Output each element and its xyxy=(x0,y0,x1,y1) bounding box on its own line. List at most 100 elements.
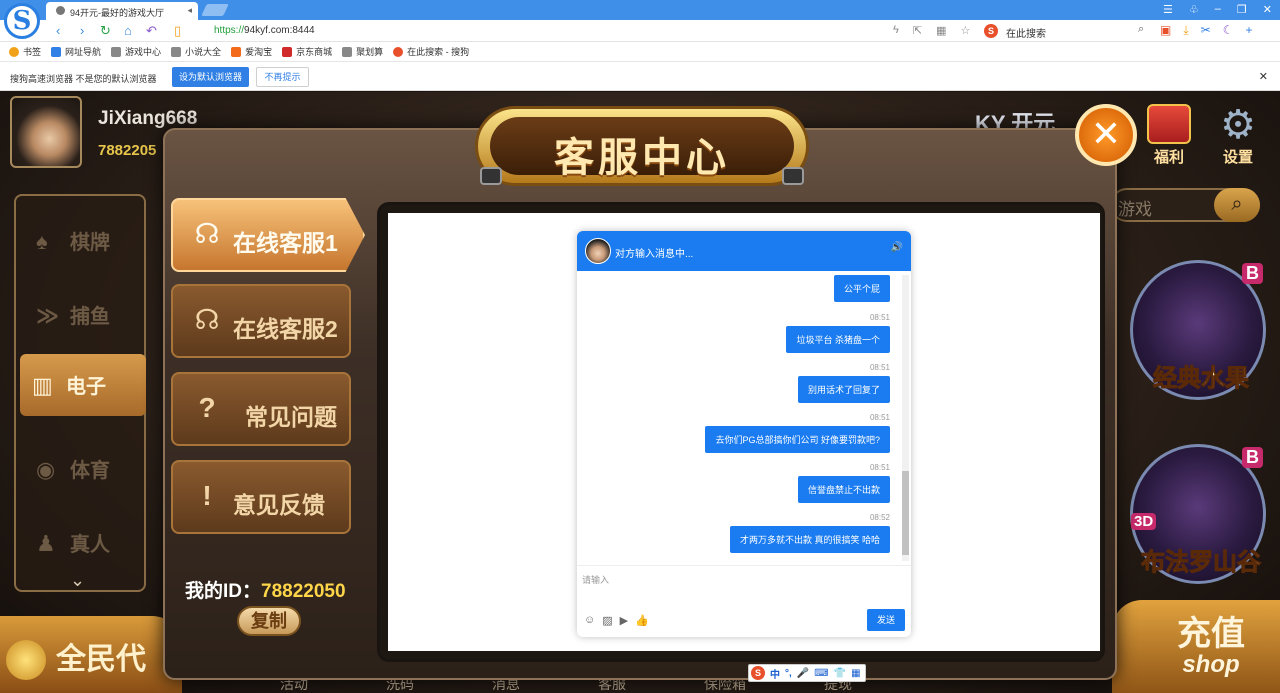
bookmark-item[interactable]: 书签 xyxy=(9,45,41,58)
copy-id-button[interactable]: 复制 xyxy=(237,606,301,636)
tools-icon[interactable]: ✂ xyxy=(1201,23,1211,38)
game-tile[interactable]: B 3D 布法罗山谷 xyxy=(1130,444,1266,584)
punctuation-icon[interactable]: °, xyxy=(785,668,792,679)
thumbs-up-icon[interactable]: 👍 xyxy=(635,614,649,627)
message-time: 08:51 xyxy=(869,413,890,422)
video-icon[interactable]: ▶ xyxy=(620,614,628,627)
skin-icon[interactable]: 👕 xyxy=(834,668,846,679)
emoji-icon[interactable]: ☺ xyxy=(584,614,595,627)
share-icon[interactable]: ⇱ xyxy=(913,24,922,37)
fish-icon: ≫ xyxy=(36,303,60,328)
modal-close-button[interactable]: ✕ xyxy=(1075,104,1137,166)
dont-remind-button[interactable]: 不再提示 xyxy=(256,67,309,87)
online-service-1-button[interactable]: ☊ 在线客服1 xyxy=(171,198,365,272)
agent-avatar xyxy=(585,238,611,264)
add-icon[interactable]: + xyxy=(1245,23,1252,38)
reader-icon[interactable]: ▯ xyxy=(174,23,181,39)
mic-icon[interactable]: 🎤 xyxy=(797,668,809,679)
feedback-button[interactable]: ! 意见反馈 xyxy=(171,460,351,534)
headset-icon: ☊ xyxy=(194,218,220,249)
game-badge-3d: 3D xyxy=(1131,513,1157,530)
browser-titlebar: 94开元-最好的游戏大厅 ◂ ☰ ♧ – ❐ ✕ xyxy=(0,0,1280,20)
ime-toolbar[interactable]: S 中 °, 🎤 ⌨ 👕 ▦ xyxy=(748,664,866,682)
ime-mode[interactable]: 中 xyxy=(770,666,780,681)
category-item[interactable]: ≫ 捕鱼 xyxy=(36,300,110,329)
bookmark-item[interactable]: 网址导航 xyxy=(51,45,101,58)
lightning-icon[interactable]: ϟ xyxy=(893,24,899,37)
welfare-button[interactable]: 福利 xyxy=(1142,104,1196,168)
settings-button[interactable]: ⚙ 设置 xyxy=(1210,104,1266,168)
back-icon[interactable]: ‹ xyxy=(56,23,60,38)
category-item-active[interactable]: ▥ 电子 xyxy=(20,354,146,416)
chat-input-area[interactable]: 请输入 ☺ ▨ ▶ 👍 发送 xyxy=(577,565,911,637)
bookmark-item[interactable]: 聚划算 xyxy=(342,45,383,58)
undo-icon[interactable]: ↶ xyxy=(146,23,157,39)
browser-tab[interactable]: 94开元-最好的游戏大厅 ◂ xyxy=(46,2,198,20)
game-tile[interactable]: B 经典水果 xyxy=(1130,260,1266,400)
modal-title-frame: 客服中心 xyxy=(475,106,809,186)
bookmark-item[interactable]: 在此搜索 - 搜狗 xyxy=(393,45,469,58)
skin-icon[interactable]: ♧ xyxy=(1189,3,1199,16)
forward-icon[interactable]: › xyxy=(80,23,84,38)
bookmark-item[interactable]: 游戏中心 xyxy=(111,45,161,58)
star-icon[interactable]: ☆ xyxy=(960,24,970,37)
message-bubble: 才两万多就不出款 真的很搞笑 哈哈 xyxy=(729,526,890,553)
bookmark-item[interactable]: 爱淘宝 xyxy=(231,45,272,58)
tab-mute-icon[interactable]: ◂ xyxy=(187,5,192,16)
chat-message: 08:51 信誉盘禁止不出款 xyxy=(797,463,890,503)
chat-scrollbar-thumb[interactable] xyxy=(902,471,909,555)
refresh-icon[interactable]: ↻ xyxy=(100,23,111,39)
gift-icon xyxy=(1147,104,1191,144)
chat-input-placeholder: 请输入 xyxy=(582,575,610,585)
keyboard-icon[interactable]: ⌨ xyxy=(814,668,828,679)
bookmark-icon xyxy=(231,46,242,57)
send-button[interactable]: 发送 xyxy=(867,609,905,631)
qr-icon[interactable]: ▦ xyxy=(936,24,946,37)
avatar[interactable] xyxy=(10,96,82,168)
category-item[interactable]: ◉ 体育 xyxy=(36,454,110,483)
restore-icon[interactable]: ❐ xyxy=(1237,3,1247,16)
bookmark-item[interactable]: 京东商城 xyxy=(282,45,332,58)
message-bubble: 垃圾平台 杀猪盘一个 xyxy=(786,326,890,353)
online-service-2-button[interactable]: ☊ 在线客服2 xyxy=(171,284,351,358)
close-window-icon[interactable]: ✕ xyxy=(1263,3,1272,16)
browser-search-input[interactable]: 在此搜索 xyxy=(1006,25,1046,40)
category-item[interactable]: ♠ 棋牌 xyxy=(36,226,110,255)
chevron-down-icon[interactable]: ⌄ xyxy=(70,570,85,591)
category-item[interactable]: ♟ 真人 xyxy=(36,528,110,557)
faq-button[interactable]: ? 常见问题 xyxy=(171,372,351,446)
home-icon[interactable]: ⌂ xyxy=(124,23,132,38)
sound-icon[interactable]: 🔊 xyxy=(891,242,903,253)
ball-icon: ◉ xyxy=(36,457,56,482)
download-icon[interactable]: ⤓ xyxy=(1183,23,1188,38)
recharge-label: 充值 xyxy=(1177,615,1245,653)
translate-icon[interactable]: ▣ xyxy=(1160,23,1171,38)
slot-icon: ▥ xyxy=(32,373,53,398)
new-tab-button[interactable] xyxy=(201,4,229,16)
grid-icon[interactable]: ▦ xyxy=(851,668,860,679)
chat-messages: 公平个屁 08:51 垃圾平台 杀猪盘一个 08:51 别用话术了回复了 08:… xyxy=(577,271,911,565)
sogou-ime-logo: S xyxy=(751,666,765,680)
set-default-button[interactable]: 设为默认浏览器 xyxy=(172,67,249,87)
chat-window: 对方输入消息中... 🔊 公平个屁 08:51 垃圾平台 杀猪盘一个 08:51… xyxy=(577,231,911,637)
game-search-input[interactable]: 游戏 ⌕ xyxy=(1110,188,1260,222)
search-icon[interactable]: ⌕ xyxy=(1214,188,1260,222)
default-browser-infobar: 搜狗高速浏览器 不是您的默认浏览器 设为默认浏览器 不再提示 ✕ xyxy=(0,62,1280,91)
minimize-icon[interactable]: – xyxy=(1215,3,1221,16)
night-mode-icon[interactable]: ☾ xyxy=(1223,23,1234,38)
search-icon[interactable]: ⌕ xyxy=(1138,23,1144,36)
url-scheme: https:// xyxy=(214,25,245,36)
message-bubble: 别用话术了回复了 xyxy=(797,376,890,403)
image-icon[interactable]: ▨ xyxy=(602,614,612,627)
infobar-close-icon[interactable]: ✕ xyxy=(1259,70,1268,83)
chat-message: 08:51 去你们PG总部搞你们公司 好像要罚款吧? xyxy=(705,413,890,453)
recharge-button[interactable]: 充值 shop xyxy=(1112,600,1280,693)
bookmark-icon xyxy=(342,46,353,57)
url-field[interactable]: https://94kyf.com:8444 xyxy=(214,25,315,36)
bookmark-icon xyxy=(51,46,62,57)
bookmarks-bar: 书签 网址导航 游戏中心 小说大全 爱淘宝 京东商城 聚划算 在此搜索 - 搜狗 xyxy=(0,42,1280,62)
menu-icon[interactable]: ☰ xyxy=(1163,3,1173,16)
bookmark-item[interactable]: 小说大全 xyxy=(171,45,221,58)
search-engine-icon[interactable]: S xyxy=(984,24,998,38)
sogou-browser-logo[interactable]: S xyxy=(4,3,40,39)
